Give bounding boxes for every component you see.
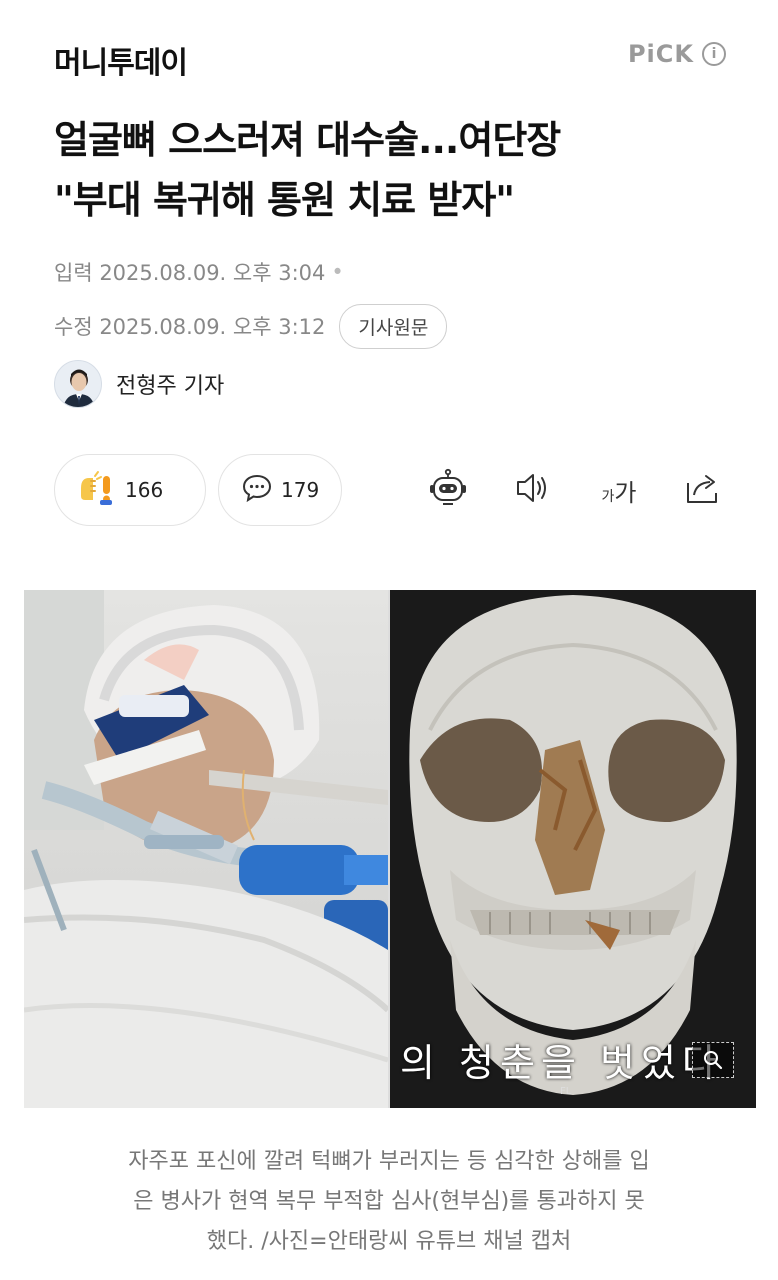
photo-overlay-text: 의 청춘을 벗었다 xyxy=(400,1041,723,1085)
separator-dot: • xyxy=(331,260,344,284)
pick-label: PiCK xyxy=(627,40,694,68)
photo-caption: 자주포 포신에 깔려 턱뼈가 부러지는 등 심각한 상해를 입 은 병사가 현역… xyxy=(60,1142,718,1262)
patient-photo xyxy=(24,590,391,1108)
text-to-speech-button[interactable] xyxy=(514,470,554,510)
reporter-info[interactable]: 전형주 기자 xyxy=(54,360,224,408)
summary-bot-button[interactable] xyxy=(428,468,468,512)
share-button[interactable] xyxy=(682,470,722,510)
original-article-button[interactable]: 기사원문 xyxy=(339,303,448,349)
comment-icon xyxy=(241,473,273,507)
article-headline: 얼굴뼈 으스러져 대수술...여단장 "부대 복귀해 통원 치료 받자" xyxy=(54,110,744,230)
published-date: 입력 2025.08.09. 오후 3:04 xyxy=(54,261,326,285)
speaker-icon xyxy=(514,470,554,510)
font-large-glyph: 가 xyxy=(614,478,637,507)
photo-watermark: FL xyxy=(560,1086,572,1097)
reporter-name: 전형주 기자 xyxy=(116,374,225,399)
caption-line-2: 은 병사가 현역 복무 부적합 심사(현부심)를 통과하지 못 xyxy=(133,1189,645,1214)
info-icon[interactable]: i xyxy=(702,42,726,66)
action-bar: 166 179 가가 xyxy=(54,454,726,526)
comment-button[interactable]: 179 xyxy=(218,454,342,526)
comment-count: 179 xyxy=(281,478,320,502)
modified-date: 수정 2025.08.09. 오후 3:12 xyxy=(54,315,326,339)
pick-badge[interactable]: PiCK i xyxy=(628,40,726,68)
reaction-count: 166 xyxy=(125,478,164,502)
zoom-icon[interactable] xyxy=(692,1042,734,1078)
summary-bot-icon xyxy=(428,468,468,512)
article-meta: 입력 2025.08.09. 오후 3:04 • 수정 2025.08.09. … xyxy=(54,252,448,349)
avatar xyxy=(54,360,102,408)
font-size-button[interactable]: 가가 xyxy=(594,470,644,510)
share-icon xyxy=(682,469,722,511)
caption-line-1: 자주포 포신에 깔려 턱뼈가 부러지는 등 심각한 상해를 입 xyxy=(128,1149,650,1174)
header: 머니투데이 PiCK i xyxy=(54,38,726,82)
skull-ct-scan xyxy=(390,590,756,1108)
reaction-icon xyxy=(77,470,117,510)
headline-line-1: 얼굴뼈 으스러져 대수술...여단장 xyxy=(54,118,561,162)
article-photo[interactable]: 의 청춘을 벗었다 FL xyxy=(24,590,756,1108)
font-small-glyph: 가 xyxy=(601,488,615,505)
headline-line-2: "부대 복귀해 통원 치료 받자" xyxy=(54,178,515,222)
brand-logo[interactable]: 머니투데이 xyxy=(54,38,188,82)
font-size-icon: 가가 xyxy=(602,473,637,508)
reaction-button[interactable]: 166 xyxy=(54,454,206,526)
caption-line-3: 했다. /사진=안태랑씨 유튜브 채널 캡처 xyxy=(206,1229,572,1254)
